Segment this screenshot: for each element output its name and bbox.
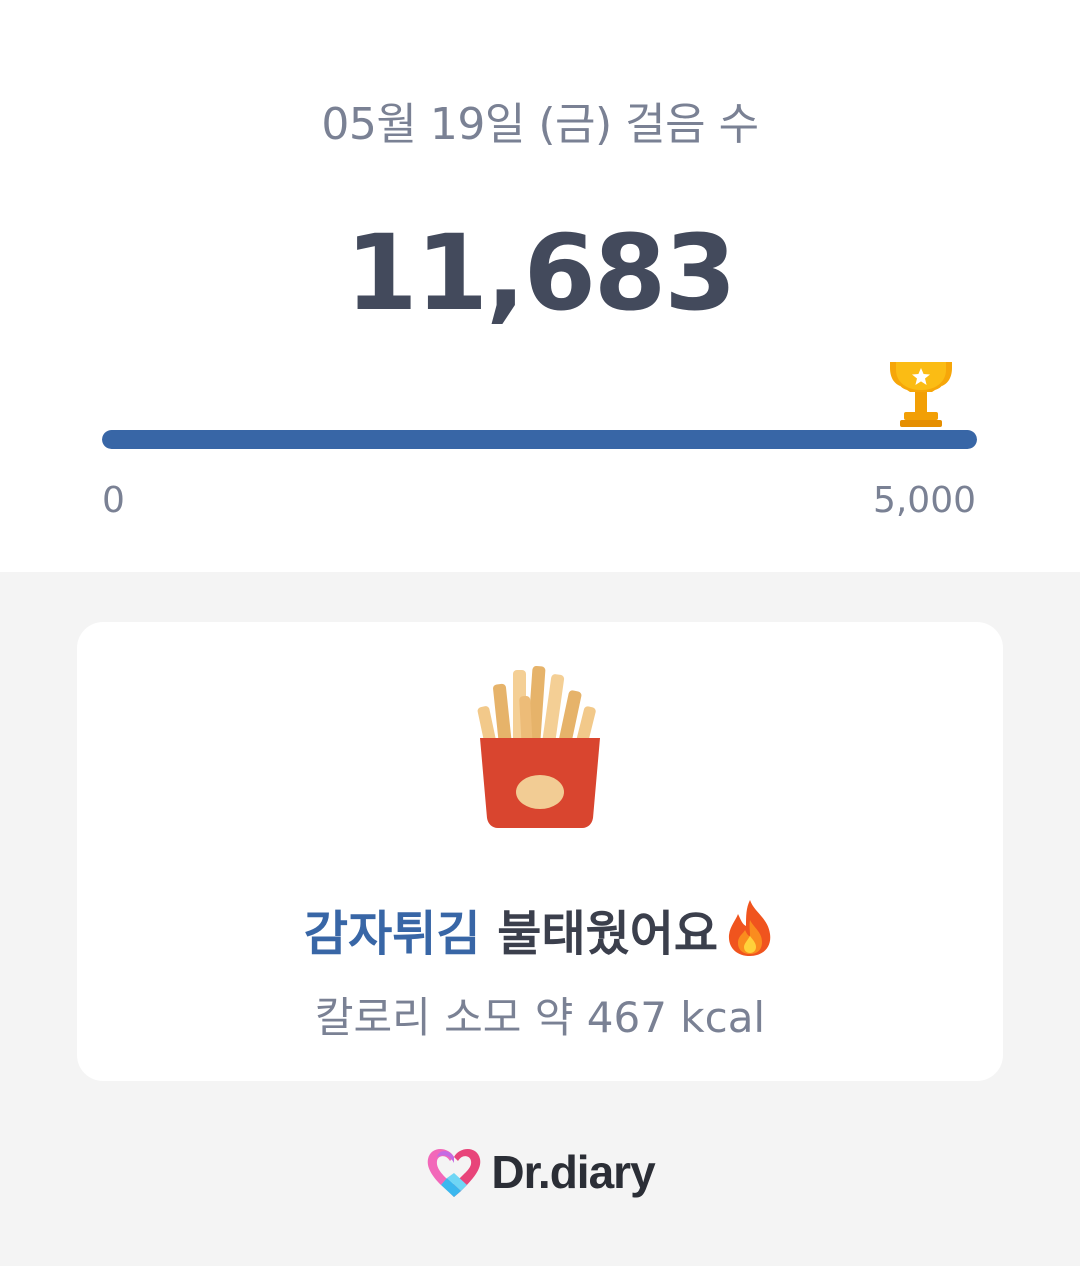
- progress-goal-label: 5,000: [872, 480, 976, 521]
- burn-headline: 감자튀김 불태웠어요: [77, 894, 1003, 964]
- trophy-icon: [890, 362, 952, 427]
- heart-logo-icon: [428, 1149, 481, 1197]
- bottom-section: 감자튀김 불태웠어요 칼로리 소모 약 467 kcal Dr.diary: [0, 572, 1080, 1266]
- step-count: 11,683: [345, 212, 736, 334]
- brand-footer: Dr.diary: [0, 1142, 1080, 1202]
- date-title: 05월 19일 (금) 걸음 수: [321, 99, 759, 150]
- brand-name: Dr.diary: [491, 1146, 655, 1198]
- goal-progress-bar: [102, 430, 977, 449]
- progress-min-label: 0: [102, 480, 125, 521]
- calorie-burn-card: 감자튀김 불태웠어요 칼로리 소모 약 467 kcal: [77, 622, 1003, 1081]
- goal-progress-fill: [102, 430, 977, 449]
- calorie-text: 칼로리 소모 약 467 kcal: [314, 993, 766, 1042]
- steps-summary: 05월 19일 (금) 걸음 수 11,683 0 5,000: [0, 0, 1080, 572]
- french-fries-icon: [477, 666, 600, 828]
- fire-icon: [729, 900, 771, 956]
- food-name: 감자튀김: [303, 906, 481, 962]
- burned-text: 불태웠어요: [480, 906, 719, 962]
